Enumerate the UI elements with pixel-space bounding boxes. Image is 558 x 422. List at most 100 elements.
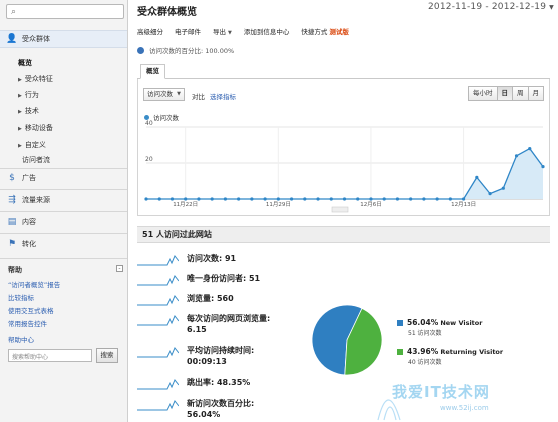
collapse-icon[interactable]: - xyxy=(116,265,123,272)
granularity-hourly[interactable]: 每小时 xyxy=(468,86,498,101)
help-link[interactable]: 使用交互式表格 xyxy=(8,305,54,315)
sidebar-item-overview[interactable]: 概览 xyxy=(18,58,32,68)
data-point xyxy=(356,197,360,201)
pie-legend-new: 56.04% New Visitor 51 访问次数 xyxy=(397,318,482,337)
data-point xyxy=(514,154,519,158)
sidebar-section-content[interactable]: ▤ 内容 xyxy=(0,213,127,231)
sidebar-item-custom[interactable]: ▶ 自定义 xyxy=(18,140,46,150)
sidebar-item-mobile[interactable]: ▶ 移动设备 xyxy=(18,123,53,133)
metric-label: 浏览量: 560 xyxy=(187,294,234,303)
sidebar-item-demographics[interactable]: ▶ 受众特征 xyxy=(18,74,53,84)
data-point xyxy=(263,197,267,201)
metric-value: 56.04% xyxy=(187,410,221,419)
sidebar: ⌕ 👤 受众群体 概览 ▶ 受众特征 ▶ 行为 ▶ 技术 ▶ 移动设备 ▶ 自定义 访问者… xyxy=(0,0,128,422)
metric-row[interactable]: 跳出率: 48.35% xyxy=(137,377,307,391)
select-metric-link[interactable]: 选择指标 xyxy=(210,91,236,101)
area-fill xyxy=(146,148,543,199)
sidebar-item-technology[interactable]: ▶ 技术 xyxy=(18,106,39,116)
beta-badge: 测试版 xyxy=(329,28,349,36)
email-button[interactable]: 电子邮件 xyxy=(175,26,201,36)
x-tick-label: 12月13日 xyxy=(451,201,476,208)
help-link[interactable]: 常用报告控件 xyxy=(8,318,47,328)
metric-row[interactable]: 新访问次数百分比: 56.04% xyxy=(137,398,307,420)
metric-label: 访问次数: 91 xyxy=(187,254,237,263)
sidebar-item-behavior[interactable]: ▶ 行为 xyxy=(18,90,39,100)
metric-row[interactable]: 访问次数: 91 xyxy=(137,253,307,267)
x-tick-label: 11月22日 xyxy=(173,201,198,208)
metric-label: 新访问次数百分比: xyxy=(187,399,255,408)
data-point xyxy=(276,197,280,201)
metric-row[interactable]: 每次访问的网页浏览量: 6.15 xyxy=(137,313,307,335)
chart-resize-handle xyxy=(331,206,349,213)
segment-indicator: 访问次数的百分比: 100.00% xyxy=(137,45,234,55)
metric-row[interactable]: 平均访问持续时间: 00:09:13 xyxy=(137,345,307,367)
data-point xyxy=(435,197,439,201)
sidebar-section-ads[interactable]: $ 广告 xyxy=(0,169,127,187)
help-link[interactable]: 比较指标 xyxy=(8,292,34,302)
data-point xyxy=(501,186,505,190)
sparkline xyxy=(137,315,179,326)
people-icon: 👤 xyxy=(6,34,18,44)
sidebar-section-conversions[interactable]: ⚑ 转化 xyxy=(0,235,127,253)
metric-label: 每次访问的网页浏览量: xyxy=(187,314,271,323)
data-point xyxy=(184,197,188,201)
sidebar-item-visitors-flow[interactable]: 访问者流 xyxy=(22,155,50,165)
pie-legend-returning: 43.96% Returning Visitor 40 访问次数 xyxy=(397,347,503,366)
data-point xyxy=(369,197,373,201)
data-point xyxy=(475,175,479,179)
data-point xyxy=(144,197,148,201)
tab-overview[interactable]: 概览 xyxy=(140,64,165,79)
metric-text: 浏览量: 560 xyxy=(187,293,234,307)
sidebar-section-label: 受众群体 xyxy=(22,35,50,43)
data-point xyxy=(488,192,492,196)
advanced-segments-button[interactable]: 高级细分 xyxy=(137,26,163,36)
traffic-icon: ⇶ xyxy=(8,195,16,205)
metric-text: 新访问次数百分比: 56.04% xyxy=(187,398,254,420)
data-point xyxy=(303,197,307,201)
data-point xyxy=(157,197,161,201)
metric-select[interactable]: 访问次数 ▼ xyxy=(143,88,185,101)
metric-text: 每次访问的网页浏览量: 6.15 xyxy=(187,313,270,335)
data-point xyxy=(223,197,227,201)
metric-value: 6.15 xyxy=(187,325,207,334)
data-point xyxy=(250,197,254,201)
sidebar-search-input[interactable]: ⌕ xyxy=(6,4,124,19)
data-point xyxy=(342,197,347,201)
visitors-heading: 51 人访问过此网站 xyxy=(137,226,550,243)
metric-row[interactable]: 浏览量: 560 xyxy=(137,293,307,307)
export-button[interactable]: 导出 ▼ xyxy=(213,26,232,36)
add-to-dashboard-button[interactable]: 添加到信息中心 xyxy=(244,26,290,36)
metric-text: 唯一身份访问者: 51 xyxy=(187,273,260,287)
help-search-button[interactable]: 搜索 xyxy=(96,348,118,363)
sidebar-section-traffic[interactable]: ⇶ 流量来源 xyxy=(0,191,127,209)
granularity-month[interactable]: 月 xyxy=(527,86,544,101)
x-tick-label: 11月29日 xyxy=(266,201,291,208)
chevron-down-icon: ▼ xyxy=(228,30,232,36)
y-tick-label: 40 xyxy=(145,120,153,127)
help-search-input[interactable]: 搜索帮助中心 xyxy=(8,349,92,362)
data-point xyxy=(237,197,241,201)
sidebar-section-label: 转化 xyxy=(22,240,36,248)
sparkline xyxy=(137,400,179,411)
metric-label: 平均访问持续时间: xyxy=(187,346,255,355)
segment-label: 访问次数的百分比: 100.00% xyxy=(149,47,235,55)
data-point xyxy=(528,147,532,151)
page-title: 受众群体概览 xyxy=(137,7,197,18)
sidebar-section-audience[interactable]: 👤 受众群体 xyxy=(0,30,127,48)
help-center-link[interactable]: 帮助中心 xyxy=(8,334,34,344)
granularity-day[interactable]: 日 xyxy=(496,86,513,101)
granularity-week[interactable]: 周 xyxy=(512,86,529,101)
y-tick-label: 20 xyxy=(145,156,153,163)
metric-row[interactable]: 唯一身份访问者: 51 xyxy=(137,273,307,287)
divider xyxy=(0,258,127,259)
dollar-icon: $ xyxy=(9,173,15,183)
data-point xyxy=(210,197,214,201)
shortcut-button[interactable]: 快捷方式 测试版 xyxy=(301,26,349,36)
visitor-type-pie-chart xyxy=(311,304,383,376)
data-point xyxy=(197,197,201,201)
date-range-text: 2012-11-19 - 2012-12-19 xyxy=(427,2,547,12)
date-range-picker[interactable]: 2012-11-19 - 2012-12-19 ▼ xyxy=(428,2,554,12)
metric-text: 访问次数: 91 xyxy=(187,253,236,267)
pie-name-returning: Returning Visitor xyxy=(440,348,504,356)
help-link[interactable]: “访问者概览”报告 xyxy=(8,279,60,289)
